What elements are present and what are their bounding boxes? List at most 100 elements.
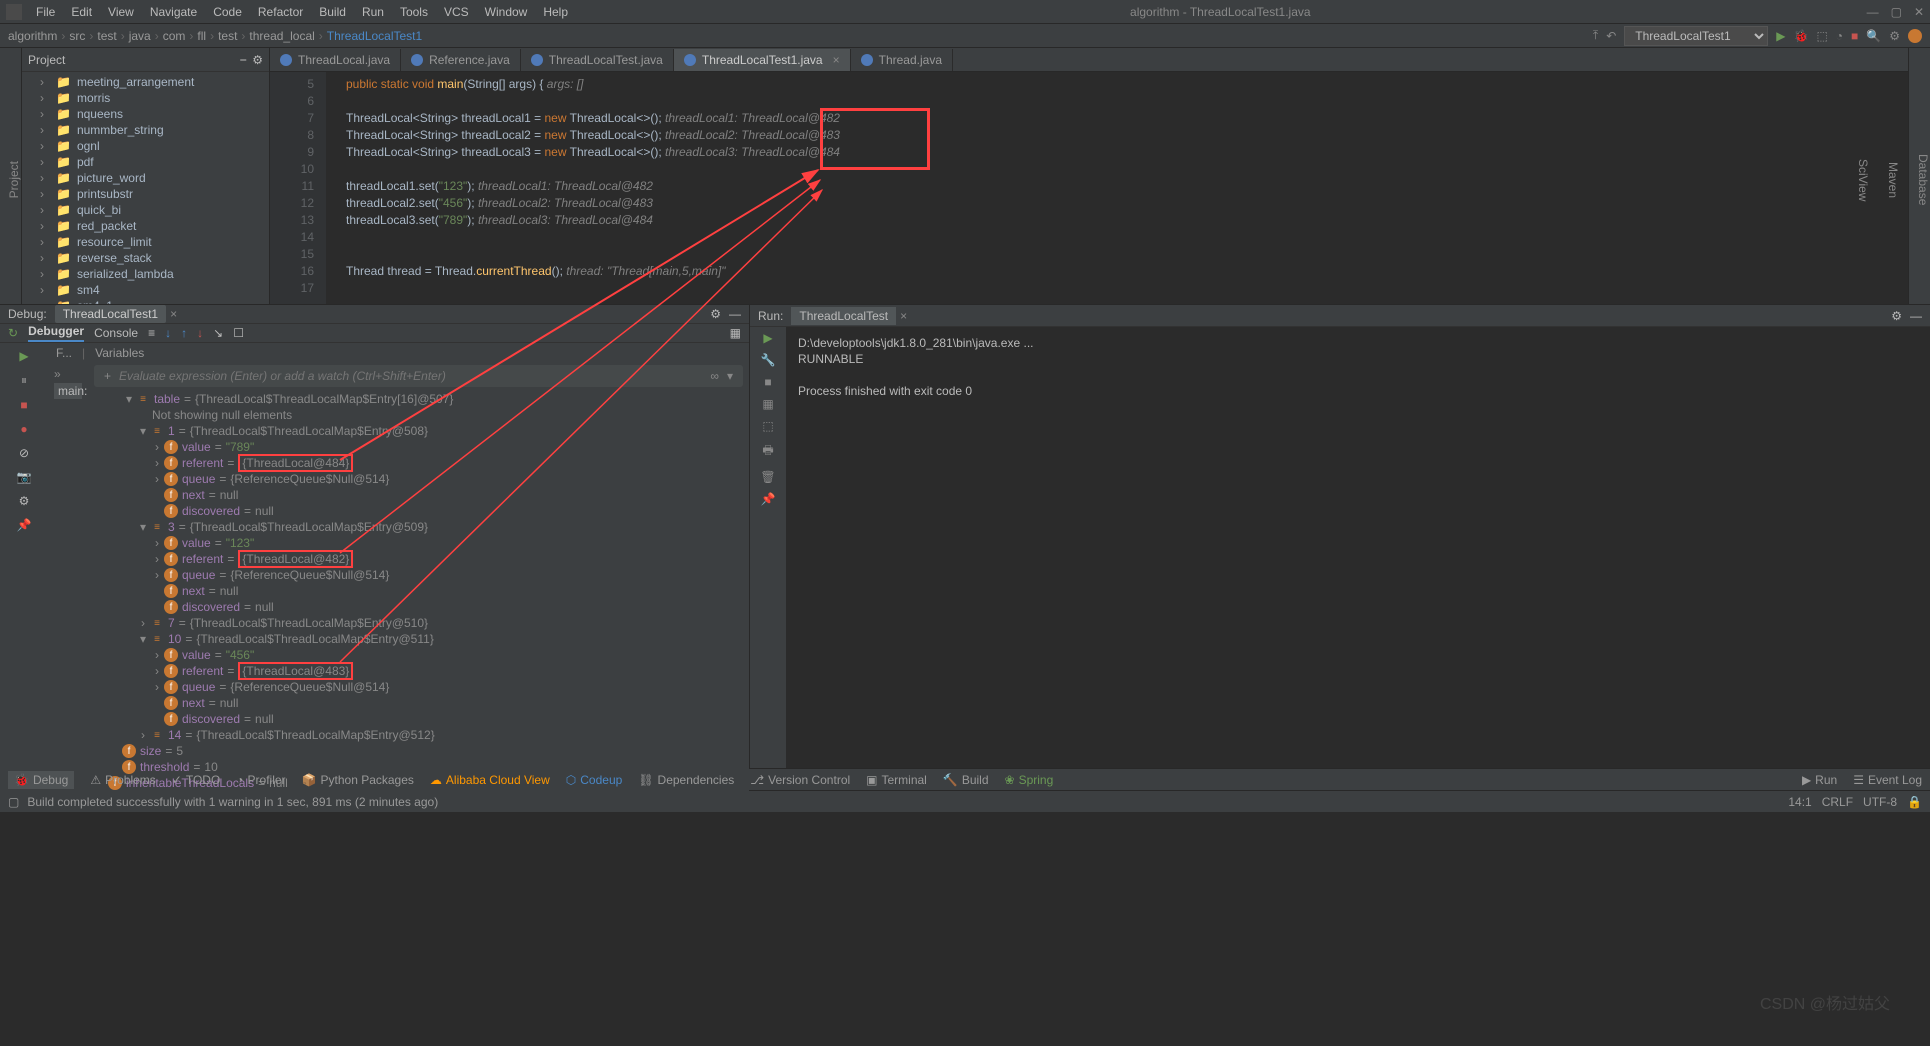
infinity-icon[interactable]: ∞ xyxy=(710,369,719,383)
tool-problems[interactable]: ⚠ Problems xyxy=(90,773,155,787)
frames-label[interactable]: F... xyxy=(56,346,72,360)
collapse-icon[interactable]: ⎯ xyxy=(240,52,246,67)
tab-debugger[interactable]: Debugger xyxy=(28,324,84,342)
maximize-icon[interactable]: ▢ xyxy=(1891,5,1902,19)
status-lock-icon[interactable]: 🔒 xyxy=(1907,795,1922,809)
tool-dependencies[interactable]: ⛓ Dependencies xyxy=(638,773,734,787)
rail-project[interactable]: Project xyxy=(7,161,21,198)
tab[interactable]: Reference.java xyxy=(401,49,521,71)
tool-run[interactable]: ▶ Run xyxy=(1802,773,1837,787)
step-over-icon[interactable]: ≡ xyxy=(148,326,155,340)
status-le[interactable]: CRLF xyxy=(1822,795,1853,809)
code-area[interactable]: 567891011121314151617 public static void… xyxy=(270,72,1930,304)
add-icon[interactable]: + xyxy=(104,369,111,383)
debug-config-tab[interactable]: ThreadLocalTest1 xyxy=(55,305,166,323)
pin-icon[interactable]: 📌 xyxy=(17,518,32,532)
layout-icon[interactable]: ▦ xyxy=(730,326,741,340)
rerun-icon[interactable]: ↻ xyxy=(8,326,18,340)
crumb[interactable]: thread_local xyxy=(249,29,314,43)
project-tree[interactable]: ›📁meeting_arrangement ›📁morris ›📁nqueens… xyxy=(22,72,269,304)
code-lines[interactable]: public static void main(String[] args) {… xyxy=(326,72,1930,304)
close-icon[interactable]: ✕ xyxy=(1914,5,1924,19)
coverage-icon[interactable]: ⬚ xyxy=(1816,29,1827,43)
stop-icon[interactable]: ■ xyxy=(764,375,771,389)
frame-main[interactable]: main: xyxy=(54,383,82,399)
avatar-icon[interactable] xyxy=(1908,29,1922,43)
back-icon[interactable]: ↶ xyxy=(1606,29,1616,43)
tool-event-log[interactable]: ☰ Event Log xyxy=(1853,773,1922,787)
crumb[interactable]: algorithm xyxy=(8,29,57,43)
crumb[interactable]: com xyxy=(163,29,186,43)
pause-icon[interactable]: ⏸ xyxy=(21,373,27,388)
crumb[interactable]: src xyxy=(69,29,85,43)
menu-view[interactable]: View xyxy=(102,3,140,21)
camera-icon[interactable]: 📷 xyxy=(17,470,32,484)
rail-database[interactable]: Database xyxy=(1916,154,1930,205)
stop-icon[interactable]: ■ xyxy=(1851,29,1858,43)
tab-active[interactable]: ThreadLocalTest1.java× xyxy=(674,49,851,71)
rail-sciview[interactable]: SciView xyxy=(1856,159,1870,201)
resume-icon[interactable]: ▶ xyxy=(19,349,28,363)
menu-navigate[interactable]: Navigate xyxy=(144,3,203,21)
tool-todo[interactable]: ✓ TODO xyxy=(172,773,221,787)
menu-tools[interactable]: Tools xyxy=(394,3,434,21)
tool-spring[interactable]: ❀ Spring xyxy=(1005,773,1054,787)
menu-window[interactable]: Window xyxy=(479,3,534,21)
crumb[interactable]: test xyxy=(97,29,116,43)
add-config-icon[interactable]: ⤒ xyxy=(1593,28,1598,43)
status-hide-icon[interactable]: ▢ xyxy=(8,795,19,809)
tool-alibaba-cloud[interactable]: ☁ Alibaba Cloud View xyxy=(430,773,550,787)
chevron-down-icon[interactable]: ▾ xyxy=(727,369,733,383)
status-pos[interactable]: 14:1 xyxy=(1788,795,1811,809)
evaluate-icon[interactable]: ☐ xyxy=(233,326,244,340)
menu-help[interactable]: Help xyxy=(537,3,574,21)
console-output[interactable]: D:\developtools\jdk1.8.0_281\bin\java.ex… xyxy=(786,327,1930,768)
filter-icon[interactable]: ⬚ xyxy=(762,419,773,433)
tab-close-icon[interactable]: × xyxy=(900,309,907,323)
crumb-active[interactable]: ThreadLocalTest1 xyxy=(327,29,422,43)
crumb[interactable]: fll xyxy=(197,29,206,43)
menu-edit[interactable]: Edit xyxy=(65,3,98,21)
run-config-tab[interactable]: ThreadLocalTest xyxy=(791,307,896,325)
tool-icon[interactable]: 🔧 xyxy=(761,353,776,367)
profile-icon[interactable]: ◔ xyxy=(1836,29,1843,43)
evaluate-input-row[interactable]: + ∞ ▾ xyxy=(94,365,743,387)
tool-debug[interactable]: 🐞 Debug xyxy=(8,771,74,789)
tab[interactable]: ThreadLocal.java xyxy=(270,49,401,71)
menu-code[interactable]: Code xyxy=(207,3,248,21)
print-icon[interactable]: 🖶 xyxy=(762,441,773,462)
evaluate-input[interactable] xyxy=(119,369,702,383)
minimize-icon[interactable]: — xyxy=(729,307,741,321)
gear-icon[interactable]: ⚙ xyxy=(252,53,263,67)
tab-close-icon[interactable]: × xyxy=(170,307,177,321)
rerun-icon[interactable]: ▶ xyxy=(763,331,772,345)
tab[interactable]: Thread.java xyxy=(851,49,953,71)
menu-build[interactable]: Build xyxy=(313,3,352,21)
force-step-icon[interactable]: ↓ xyxy=(197,326,203,340)
settings-icon[interactable]: ⚙ xyxy=(1889,29,1900,43)
view-breakpoints-icon[interactable]: ● xyxy=(20,422,27,436)
debug-icon[interactable]: 🐞 xyxy=(1793,29,1808,43)
run-icon[interactable]: ▶ xyxy=(1776,29,1785,43)
crumb[interactable]: test xyxy=(218,29,237,43)
tool-codeup[interactable]: ⬡ Codeup xyxy=(566,773,623,787)
minimize-icon[interactable]: — xyxy=(1910,309,1922,323)
tool-profiler[interactable]: ◔ Profiler xyxy=(236,773,285,787)
mute-breakpoints-icon[interactable]: ⊘ xyxy=(19,446,29,460)
settings-icon[interactable]: ⚙ xyxy=(19,494,30,508)
menu-refactor[interactable]: Refactor xyxy=(252,3,309,21)
status-enc[interactable]: UTF-8 xyxy=(1863,795,1897,809)
run-config-select[interactable]: ThreadLocalTest1 xyxy=(1624,26,1768,46)
rail-maven[interactable]: Maven xyxy=(1886,162,1900,198)
step-out-icon[interactable]: ↑ xyxy=(181,326,187,340)
variables-tree[interactable]: ▾≡table={ThreadLocal$ThreadLocalMap$Entr… xyxy=(88,389,749,793)
menu-vcs[interactable]: VCS xyxy=(438,3,475,21)
tool-version-control[interactable]: ⎇ Version Control xyxy=(750,773,850,787)
tab-close-icon[interactable]: × xyxy=(833,53,840,67)
gear-icon[interactable]: ⚙ xyxy=(1891,309,1902,323)
menu-run[interactable]: Run xyxy=(356,3,390,21)
step-into-icon[interactable]: ↓ xyxy=(165,326,171,340)
tool-python-packages[interactable]: 📦 Python Packages xyxy=(302,773,414,787)
trash-icon[interactable]: 🗑 xyxy=(760,470,775,484)
gear-icon[interactable]: ⚙ xyxy=(710,307,721,321)
